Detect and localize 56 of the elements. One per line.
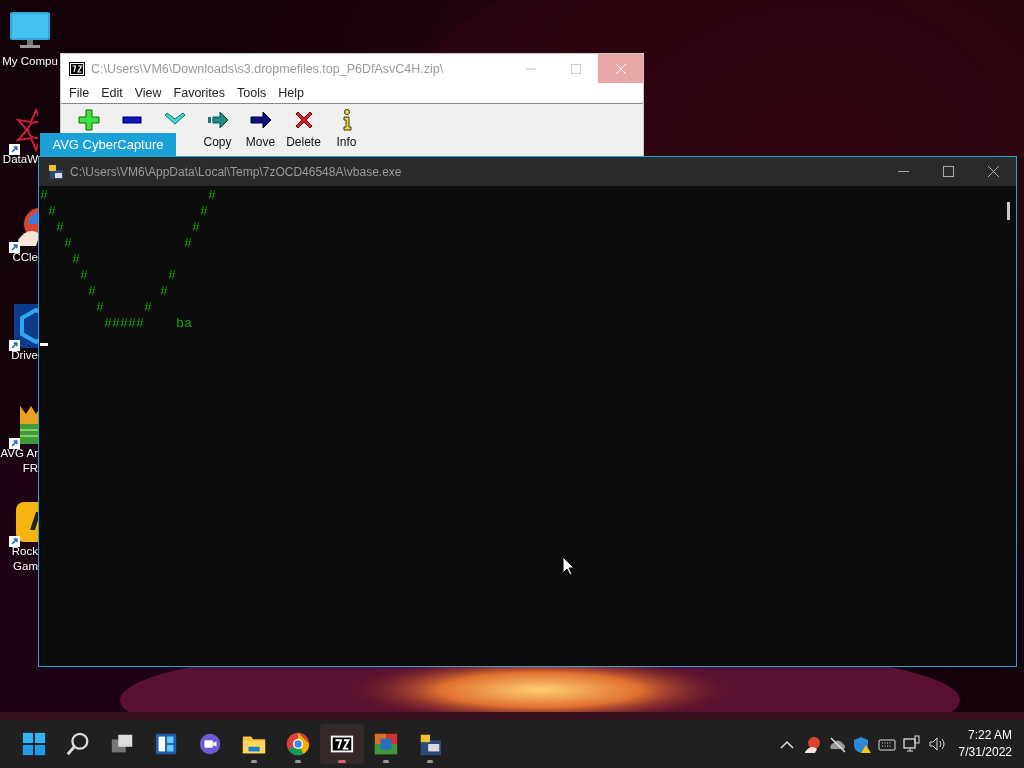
mouse-pointer-icon [562,556,575,576]
console-app-icon [48,163,64,180]
clock-time: 7:22 AM [967,727,1012,744]
console-line: # # [87,284,168,300]
desktop-icon-label: Drive [11,348,38,363]
console-line: # # [95,300,152,316]
network-icon[interactable] [902,734,922,754]
cleaner-icon[interactable] [802,734,822,754]
browser-icon [285,731,311,757]
toolbar-button[interactable]: Copy [196,108,239,149]
desktop-icon-label: CCle [12,250,38,265]
console-line: # # [47,204,208,220]
scrollbar-thumb[interactable] [1007,202,1010,220]
console-line: # # [63,236,192,252]
text-cursor [40,343,48,346]
desktop-icon[interactable] [14,304,38,348]
menu-item[interactable]: Favorites [167,86,231,100]
window-title: C:\Users\VM6\Downloads\s3.dropmefiles.top_P6DfAsvC4H.zip\ [91,61,445,76]
menu-item[interactable]: View [128,86,168,100]
cloud-off-icon[interactable] [827,734,847,754]
search-icon [65,731,91,757]
taskbar-app[interactable] [320,724,364,764]
menu-item[interactable]: Help [272,86,310,100]
archive-logo-icon [69,61,85,76]
menu-item[interactable]: File [63,86,96,100]
menu-item[interactable]: Tools [231,86,273,100]
desktop-icon-label: Gam [13,559,38,574]
add-icon [76,108,101,132]
maximize-icon [570,63,581,74]
console-line: # # [40,188,216,204]
info-icon [340,108,353,132]
desktop-icon[interactable] [14,500,38,544]
toolbar-button[interactable]: Delete [282,108,325,149]
clock-date: 7/31/2022 [958,744,1012,761]
console-line: ##### ba [103,316,192,332]
toolbar-button[interactable]: Move [239,108,282,149]
toolbar-button[interactable]: Info [325,108,368,149]
desktop-icon-label: Rock [11,544,38,559]
desktop-icon-label: FR [22,461,38,476]
close-icon [615,63,626,74]
desktop-icon-label: My Compu [2,54,58,69]
console-line: # # [79,268,176,284]
desktop-icon[interactable] [14,108,38,152]
desktop-icon-label: DataW [2,152,38,167]
console-line: # # [55,220,200,236]
antivirus-icon [373,731,399,757]
console-line: # [71,252,80,268]
close-icon [988,166,999,177]
widgets-icon [153,731,179,757]
shield-icon[interactable] [852,734,872,754]
menu-item[interactable]: Edit [95,86,129,100]
desktop-icon-label: AVG Ar [0,446,38,461]
start-icon [21,731,47,757]
maximize-icon [943,166,954,177]
chat-icon [197,731,223,757]
window-title: C:\Users\VM6\AppData\Local\Temp\7zOCD46548A\vbase.exe [70,164,403,179]
